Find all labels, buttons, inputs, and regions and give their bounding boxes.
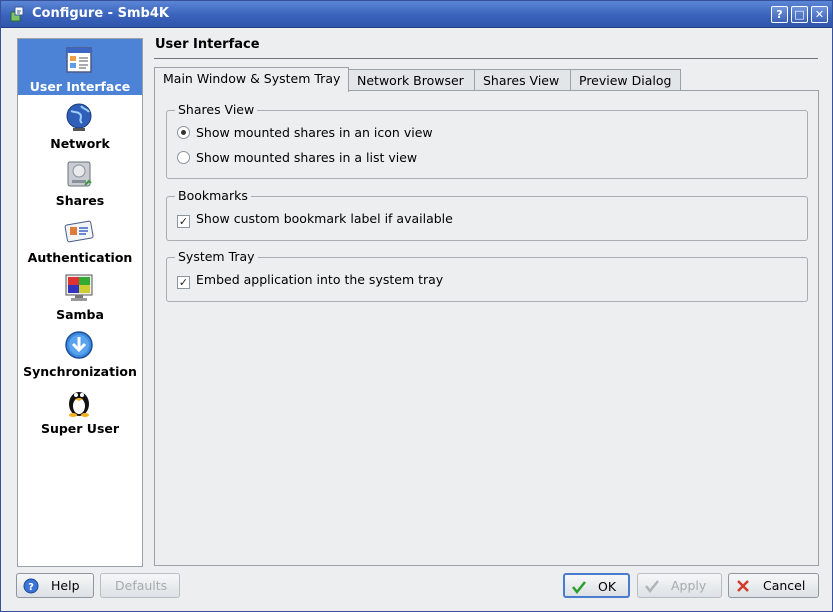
apply-label: Apply: [671, 578, 707, 593]
help-button[interactable]: ? Help: [16, 573, 94, 598]
group-title: Bookmarks: [175, 188, 251, 203]
group-title: System Tray: [175, 249, 258, 264]
smb4k-app-icon: [10, 6, 24, 22]
title-divider: [154, 58, 818, 59]
apply-button[interactable]: Apply: [637, 573, 722, 598]
help-window-button[interactable]: ?: [771, 6, 788, 23]
cancel-label: Cancel: [763, 578, 806, 593]
sidebar-item-network[interactable]: Network: [18, 96, 142, 152]
cancel-x-icon: [737, 580, 749, 592]
radio-selected[interactable]: [177, 126, 190, 139]
check-icon: [645, 580, 659, 594]
sidebar-item-label: Super User: [40, 421, 120, 436]
shares-drive-icon: [67, 161, 92, 187]
sidebar-item-label: Synchronization: [23, 364, 137, 379]
help-icon: ?: [23, 578, 39, 594]
shares-view-group: Shares View Show mounted shares in an ic…: [166, 102, 808, 179]
cancel-button[interactable]: Cancel: [728, 573, 819, 598]
tab-network-browser[interactable]: Network Browser: [348, 69, 475, 92]
option-label: Show mounted shares in an icon view: [196, 125, 433, 140]
sidebar-item-label: Network: [50, 136, 110, 151]
checkbox-checked[interactable]: ✓: [177, 215, 190, 228]
sidebar-item-label: Authentication: [27, 250, 133, 265]
checkbox-checked[interactable]: ✓: [177, 276, 190, 289]
icon-view-radio[interactable]: Show mounted shares in an icon view: [177, 125, 433, 140]
authentication-card-icon: [64, 220, 94, 243]
ok-button[interactable]: OK: [563, 573, 630, 598]
user-interface-icon: [66, 47, 92, 73]
embed-system-tray-checkbox[interactable]: ✓ Embed application into the system tray: [177, 272, 443, 289]
option-label: Embed application into the system tray: [196, 272, 444, 287]
sidebar-item-super-user[interactable]: Super User: [18, 381, 142, 437]
maximize-button[interactable]: □: [791, 6, 808, 23]
network-globe-icon: [66, 103, 92, 131]
radio-unselected[interactable]: [177, 151, 190, 164]
list-view-radio[interactable]: Show mounted shares in a list view: [177, 150, 417, 165]
configure-window: Configure - Smb4K ? □ ✕ User Interface N…: [0, 0, 833, 612]
tab-shares-view[interactable]: Shares View: [474, 69, 571, 92]
window-title: Configure - Smb4K: [32, 6, 169, 21]
title-bar[interactable]: Configure - Smb4K ? □ ✕: [1, 1, 832, 28]
sidebar-item-shares[interactable]: Shares: [18, 153, 142, 209]
sidebar-item-samba[interactable]: Samba: [18, 267, 142, 323]
bookmarks-group: Bookmarks ✓ Show custom bookmark label if…: [166, 188, 808, 241]
system-tray-group: System Tray ✓ Embed application into the …: [166, 249, 808, 302]
help-label: Help: [51, 578, 80, 593]
close-button[interactable]: ✕: [811, 6, 828, 23]
check-icon: [572, 581, 586, 595]
sidebar-item-label: Samba: [56, 307, 104, 322]
samba-monitor-icon: [65, 274, 93, 301]
defaults-button[interactable]: Defaults: [100, 573, 180, 598]
option-label: Show mounted shares in a list view: [196, 150, 418, 165]
group-title: Shares View: [175, 102, 258, 117]
sidebar-item-authentication[interactable]: Authentication: [18, 210, 142, 266]
custom-bookmark-label-checkbox[interactable]: ✓ Show custom bookmark label if available: [177, 211, 453, 228]
sidebar-item-label: Shares: [55, 193, 105, 208]
synchronization-icon: [65, 331, 93, 359]
sidebar-item-label: User Interface: [29, 79, 131, 94]
tab-main-window-system-tray[interactable]: Main Window & System Tray: [154, 67, 349, 92]
page-title: User Interface: [155, 37, 260, 52]
svg-text:?: ?: [28, 582, 34, 593]
tab-preview-dialog[interactable]: Preview Dialog: [570, 69, 681, 92]
sidebar-item-user-interface[interactable]: User Interface: [18, 39, 142, 95]
tux-penguin-icon: [69, 392, 89, 417]
defaults-label: Defaults: [115, 578, 168, 593]
tab-content-panel: Shares View Show mounted shares in an ic…: [154, 90, 819, 566]
config-sidebar: User Interface Network Shares Authentica…: [17, 38, 143, 567]
ok-label: OK: [598, 579, 617, 594]
sidebar-item-synchronization[interactable]: Synchronization: [18, 324, 142, 380]
option-label: Show custom bookmark label if available: [196, 211, 453, 226]
